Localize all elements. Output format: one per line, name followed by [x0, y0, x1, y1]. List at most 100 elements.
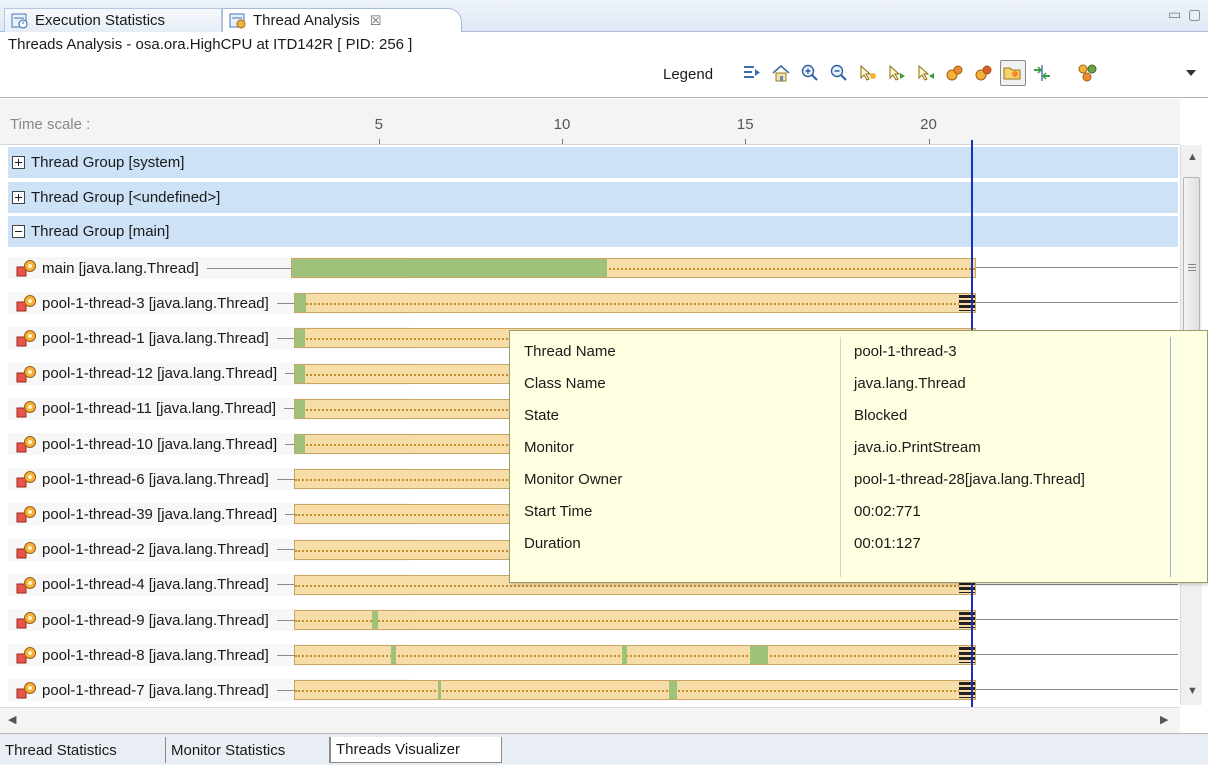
running-segment[interactable]: [669, 681, 677, 700]
split-icon[interactable]: [1029, 60, 1055, 86]
thread-name: pool-1-thread-7 [java.lang.Thread]: [42, 681, 269, 699]
thread-icon: [16, 504, 38, 524]
scroll-down-icon[interactable]: ▼: [1187, 685, 1198, 697]
tooltip-key: Thread Name: [524, 343, 616, 360]
running-segment[interactable]: [291, 259, 607, 277]
bottom-tab-bar: Thread Statistics Monitor Statistics Thr…: [0, 733, 1208, 765]
connector-line: [976, 267, 1178, 268]
threads-menu-icon[interactable]: [1075, 60, 1101, 86]
thread-timeline-bar[interactable]: [294, 293, 977, 314]
select-next-icon[interactable]: [884, 60, 910, 86]
time-tick-label: 15: [736, 116, 754, 133]
thread-row[interactable]: pool-1-thread-7 [java.lang.Thread]: [8, 672, 1178, 707]
tooltip-key: Start Time: [524, 503, 593, 520]
thread-icon: [16, 540, 38, 560]
tooltip-row: Start Time 00:02:771: [524, 503, 1204, 529]
tab-monitor-statistics[interactable]: Monitor Statistics: [166, 737, 330, 763]
tooltip-key: Class Name: [524, 375, 606, 392]
time-tick-label: 20: [920, 116, 937, 133]
select-prev-icon[interactable]: [913, 60, 939, 86]
time-scale-label: Time scale :: [10, 116, 91, 133]
thread-timeline-bar[interactable]: [290, 258, 977, 278]
waiting-pattern: [295, 303, 976, 306]
thread-name: pool-1-thread-2 [java.lang.Thread]: [42, 541, 269, 559]
thread-name: pool-1-thread-39 [java.lang.Thread]: [42, 505, 278, 523]
tab-label: Execution Statistics: [35, 12, 166, 29]
thread-icon: [16, 610, 38, 630]
running-segment[interactable]: [749, 646, 769, 665]
running-segment[interactable]: [438, 681, 442, 700]
waiting-pattern: [295, 655, 976, 658]
tooltip-key: Monitor: [524, 439, 575, 456]
thread-group-label: Thread Group [system]: [31, 154, 185, 171]
collapse-icon[interactable]: [12, 225, 25, 238]
minimize-icon[interactable]: ▭: [1168, 6, 1181, 23]
tab-thread-analysis[interactable]: Thread Analysis ☒: [222, 8, 462, 32]
tooltip-row: Class Name java.lang.Thread: [524, 375, 1204, 401]
tab-threads-visualizer[interactable]: Threads Visualizer: [330, 737, 502, 763]
maximize-icon[interactable]: ▢: [1188, 6, 1201, 23]
thread-row[interactable]: pool-1-thread-8 [java.lang.Thread]: [8, 637, 1178, 672]
thread-row[interactable]: main [java.lang.Thread]: [8, 250, 1178, 285]
thread-icon[interactable]: [942, 60, 968, 86]
tab-label: Thread Analysis: [253, 12, 360, 29]
thread-icon[interactable]: [971, 60, 997, 86]
running-segment[interactable]: [295, 294, 307, 313]
running-segment[interactable]: [390, 646, 397, 665]
thread-icon: [16, 328, 38, 348]
zoom-in-icon[interactable]: [797, 60, 823, 86]
thread-name: pool-1-thread-12 [java.lang.Thread]: [42, 365, 278, 383]
tooltip-key: State: [524, 407, 560, 424]
thread-analysis-icon: [229, 13, 246, 28]
thread-icon: [16, 364, 38, 384]
running-segment[interactable]: [295, 435, 305, 453]
open-folder-icon[interactable]: [1000, 60, 1026, 86]
tab-execution-statistics[interactable]: Execution Statistics: [4, 8, 222, 32]
waiting-pattern: [295, 620, 976, 622]
analysis-header: Threads Analysis - osa.ora.HighCPU at IT…: [0, 32, 1208, 98]
expand-icon[interactable]: [12, 191, 25, 204]
thread-icon: [16, 399, 38, 419]
zoom-out-icon[interactable]: [826, 60, 852, 86]
connector-line: [976, 654, 1178, 656]
time-tick-label: 5: [374, 116, 383, 133]
running-segment[interactable]: [372, 611, 378, 629]
thread-row[interactable]: pool-1-thread-3 [java.lang.Thread]: [8, 285, 1178, 320]
expand-icon[interactable]: [12, 156, 25, 169]
running-segment[interactable]: [295, 364, 305, 383]
connector-line: [976, 619, 1178, 620]
thread-name: pool-1-thread-11 [java.lang.Thread]: [42, 400, 277, 418]
dropdown-icon[interactable]: [1178, 60, 1204, 86]
home-icon[interactable]: [768, 60, 794, 86]
running-segment[interactable]: [295, 329, 305, 348]
thread-name: main [java.lang.Thread]: [42, 259, 199, 277]
expand-all-icon[interactable]: [739, 60, 765, 86]
page-title: Threads Analysis - osa.ora.HighCPU at IT…: [8, 36, 413, 53]
thread-group-row[interactable]: Thread Group [<undefined>]: [8, 182, 1178, 213]
tooltip-value: java.io.PrintStream: [854, 439, 981, 456]
connector-line: [976, 302, 1178, 304]
scroll-up-icon[interactable]: ▲: [1187, 151, 1198, 163]
close-icon[interactable]: ☒: [370, 13, 382, 29]
tooltip-row: Duration 00:01:127: [524, 535, 1204, 561]
scroll-left-icon[interactable]: ◀: [8, 713, 16, 726]
thread-name: pool-1-thread-9 [java.lang.Thread]: [42, 611, 269, 629]
tab-thread-statistics[interactable]: Thread Statistics: [0, 737, 166, 763]
running-segment[interactable]: [295, 399, 305, 418]
select-icon[interactable]: [855, 60, 881, 86]
tab-label: Thread Statistics: [5, 741, 117, 759]
thread-group-row[interactable]: Thread Group [main]: [8, 216, 1178, 247]
thread-icon: [16, 645, 38, 665]
thread-row[interactable]: pool-1-thread-9 [java.lang.Thread]: [8, 602, 1178, 637]
legend-button[interactable]: Legend: [663, 66, 713, 83]
running-segment[interactable]: [621, 646, 628, 665]
thread-timeline-bar[interactable]: [294, 680, 977, 701]
horizontal-scrollbar[interactable]: ◀ ▶: [0, 707, 1180, 733]
scroll-right-icon[interactable]: ▶: [1160, 713, 1168, 726]
tooltip-row: Monitor java.io.PrintStream: [524, 439, 1204, 465]
thread-group-label: Thread Group [main]: [31, 223, 170, 240]
thread-timeline-bar[interactable]: [294, 610, 977, 630]
thread-group-row[interactable]: Thread Group [system]: [8, 147, 1178, 178]
thread-name: pool-1-thread-3 [java.lang.Thread]: [42, 294, 269, 312]
thread-timeline-bar[interactable]: [294, 645, 977, 666]
